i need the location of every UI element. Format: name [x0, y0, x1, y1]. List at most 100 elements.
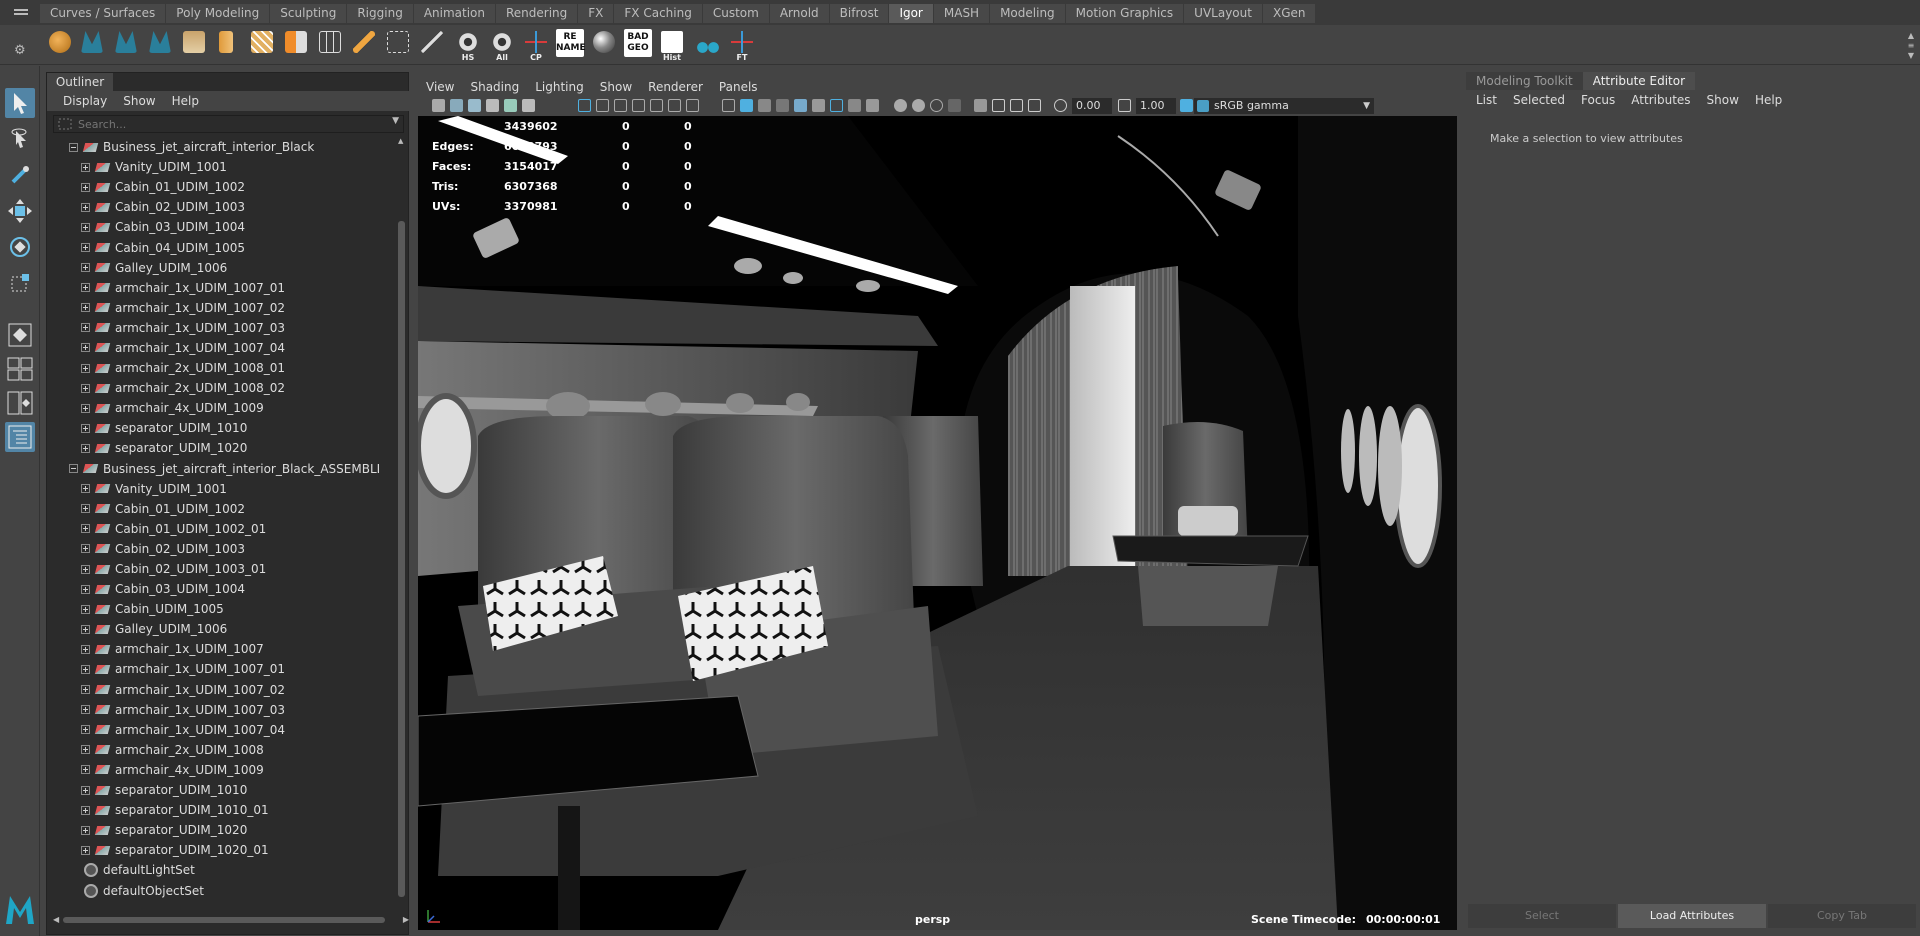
list-item[interactable]: Cabin_01_UDIM_1002_01 [47, 519, 397, 539]
expand-icon[interactable] [81, 604, 90, 614]
list-item[interactable]: Cabin_04_UDIM_1005 [47, 237, 397, 257]
wand-icon[interactable] [418, 29, 446, 59]
motion-blur-icon[interactable] [848, 99, 861, 112]
menu-focus[interactable]: Focus [1573, 90, 1623, 110]
shelf-scroll-arrows[interactable]: ▲ ≡ ▼ [1906, 31, 1916, 61]
camera-icon[interactable] [432, 99, 445, 112]
scroll-right-icon[interactable]: ▶ [403, 915, 409, 924]
freeze-transform-icon[interactable]: FT [728, 29, 756, 62]
shelf-tab-custom[interactable]: Custom [702, 4, 770, 23]
list-item[interactable]: armchair_1x_UDIM_1007_03 [47, 700, 397, 720]
list-item[interactable]: armchair_4x_UDIM_1009 [47, 398, 397, 418]
film-gate-icon[interactable] [596, 99, 609, 112]
menu-list[interactable]: List [1468, 90, 1505, 110]
shelf-tab-bifrost[interactable]: Bifrost [829, 4, 890, 23]
menu-view[interactable]: View [418, 78, 462, 96]
move-tool-icon[interactable] [5, 196, 35, 226]
scissors-icon[interactable] [694, 29, 722, 59]
list-item[interactable]: Cabin_UDIM_1005 [47, 599, 397, 619]
expand-icon[interactable] [81, 484, 90, 494]
expand-icon[interactable] [81, 564, 90, 574]
expand-icon[interactable] [81, 343, 90, 353]
layers-icon[interactable] [180, 29, 208, 59]
shelf-tab-motion-graphics[interactable]: Motion Graphics [1065, 4, 1185, 23]
frame-selected-icon[interactable] [1010, 99, 1023, 112]
expand-icon[interactable] [81, 363, 90, 373]
expand-icon[interactable] [81, 162, 90, 172]
all-eye-icon[interactable]: All [488, 29, 516, 62]
color-management-icon[interactable] [1180, 99, 1193, 112]
outliner-group[interactable]: Business_jet_aircraft_interior_Black_ASS… [47, 459, 397, 479]
list-item[interactable]: separator_UDIM_1020 [47, 820, 397, 840]
grease-pencil-icon[interactable] [522, 99, 535, 112]
shelf-tab-animation[interactable]: Animation [413, 4, 496, 23]
camera-attributes-icon[interactable] [450, 99, 463, 112]
expand-icon[interactable] [81, 283, 90, 293]
menu-attributes[interactable]: Attributes [1623, 90, 1698, 110]
select-tool-icon[interactable] [5, 88, 35, 118]
expand-icon[interactable] [81, 544, 90, 554]
history-icon[interactable]: Hist [658, 29, 686, 62]
layout-quad-icon[interactable] [5, 354, 35, 384]
wireframe-icon[interactable] [722, 99, 735, 112]
shelf-tab-rendering[interactable]: Rendering [496, 4, 579, 23]
list-item[interactable]: armchair_1x_UDIM_1007_04 [47, 338, 397, 358]
list-item[interactable]: Cabin_02_UDIM_1003 [47, 539, 397, 559]
maya-tool-icon[interactable] [112, 29, 140, 59]
scroll-left-icon[interactable]: ◀ [53, 915, 59, 924]
shelf-tab-mash[interactable]: MASH [933, 4, 991, 23]
expand-icon[interactable] [81, 725, 90, 735]
field-chart-icon[interactable] [650, 99, 663, 112]
shelf-tab-uvlayout[interactable]: UVLayout [1184, 4, 1263, 23]
list-item[interactable]: Cabin_03_UDIM_1004 [47, 217, 397, 237]
list-item[interactable]: separator_UDIM_1020 [47, 438, 397, 458]
scroll-thumb[interactable] [398, 221, 405, 897]
expand-icon[interactable] [81, 403, 90, 413]
collapse-icon[interactable] [69, 142, 78, 152]
rename-icon[interactable]: RE NAME [556, 29, 586, 57]
expand-icon[interactable] [81, 504, 90, 514]
list-item[interactable]: Galley_UDIM_1006 [47, 258, 397, 278]
list-item[interactable]: armchair_1x_UDIM_1007 [47, 639, 397, 659]
list-item[interactable]: armchair_4x_UDIM_1009 [47, 760, 397, 780]
extrude-icon[interactable] [212, 29, 240, 59]
menu-display[interactable]: Display [55, 91, 115, 111]
blocks-icon[interactable] [282, 29, 310, 59]
list-item[interactable]: Galley_UDIM_1006 [47, 619, 397, 639]
exposure-icon[interactable] [1054, 99, 1067, 112]
outliner-tab[interactable]: Outliner [47, 73, 113, 91]
expand-icon[interactable] [81, 323, 90, 333]
outliner-set[interactable]: defaultObjectSet [47, 880, 397, 900]
shelf-tab-poly-modeling[interactable]: Poly Modeling [166, 4, 271, 23]
shelf-tab-xgen[interactable]: XGen [1262, 4, 1317, 23]
resolution-gate-icon[interactable] [614, 99, 627, 112]
image-plane-icon[interactable] [486, 99, 499, 112]
expand-icon[interactable] [81, 263, 90, 273]
expand-icon[interactable] [81, 423, 90, 433]
scale-tool-icon[interactable] [5, 268, 35, 298]
hs-eye-icon[interactable]: HS [454, 29, 482, 62]
outliner-vertical-scrollbar[interactable]: ▲ [397, 137, 406, 905]
gamma-icon[interactable] [1118, 99, 1131, 112]
tab-modeling-toolkit[interactable]: Modeling Toolkit [1466, 72, 1583, 90]
expand-icon[interactable] [81, 845, 90, 855]
isolate-select-icon[interactable] [894, 99, 907, 112]
expand-icon[interactable] [81, 383, 90, 393]
xray-joints-icon[interactable] [930, 99, 943, 112]
menu-grip-icon[interactable] [14, 9, 28, 15]
gate-mask-icon[interactable] [632, 99, 645, 112]
shelf-tab-curves-surfaces[interactable]: Curves / Surfaces [40, 4, 167, 23]
wireframe-on-shaded-icon[interactable] [758, 99, 771, 112]
expand-icon[interactable] [81, 443, 90, 453]
frame-all-icon[interactable] [992, 99, 1005, 112]
grid-planes-icon[interactable] [248, 29, 276, 59]
grid-toggle-icon[interactable] [578, 99, 591, 112]
paint-select-tool-icon[interactable] [5, 160, 35, 190]
list-item[interactable]: armchair_1x_UDIM_1007_01 [47, 659, 397, 679]
search-input[interactable] [78, 117, 378, 131]
expand-icon[interactable] [81, 202, 90, 212]
menu-renderer[interactable]: Renderer [640, 78, 711, 96]
xray-components-icon[interactable] [948, 99, 961, 112]
expand-icon[interactable] [81, 705, 90, 715]
shelf-tab-fx[interactable]: FX [578, 4, 615, 23]
